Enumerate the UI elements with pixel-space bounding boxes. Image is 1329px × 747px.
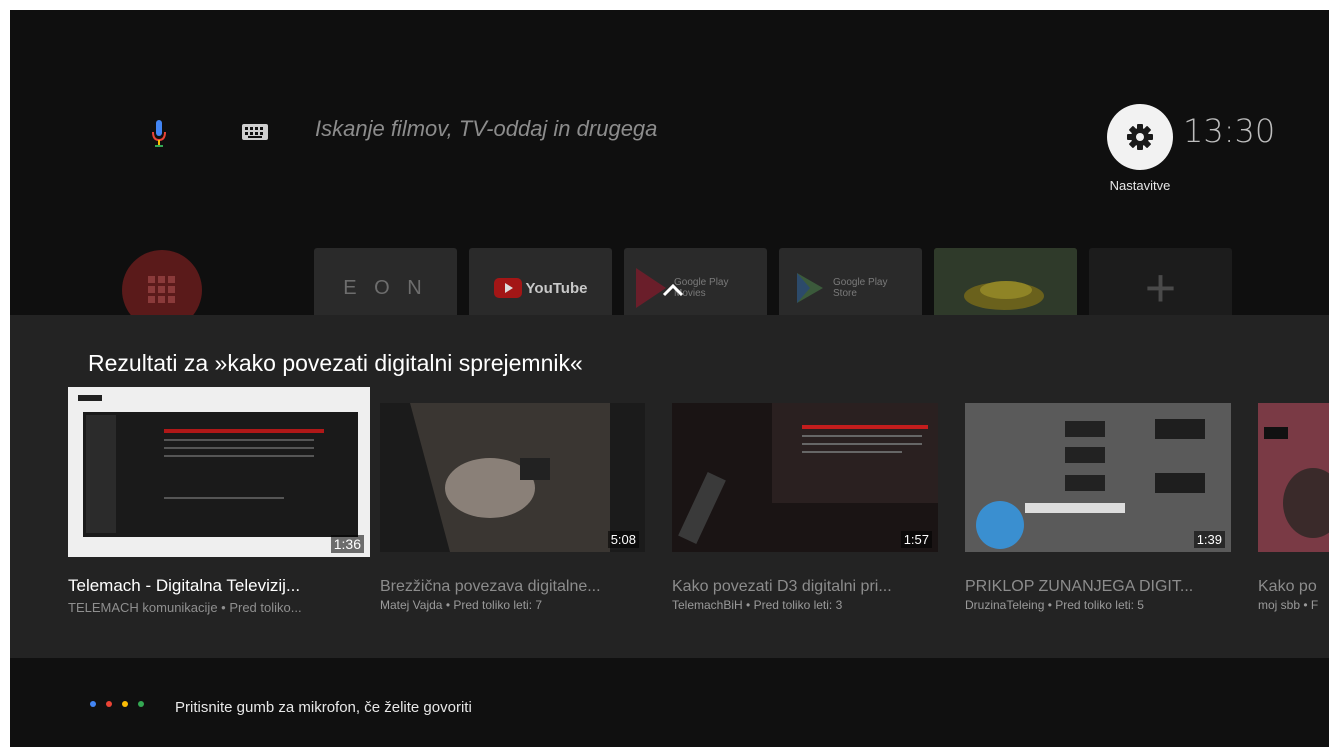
video-thumbnail[interactable]: 1:57 xyxy=(672,403,938,552)
video-duration: 5:08 xyxy=(607,531,639,548)
video-duration: 1:36 xyxy=(330,535,364,553)
video-title[interactable]: Kako po xyxy=(1258,578,1317,596)
mic-icon[interactable] xyxy=(150,118,168,152)
video-thumbnail[interactable]: 1:36 xyxy=(68,387,370,557)
video-duration: 1:39 xyxy=(1193,531,1225,548)
video-title[interactable]: PRIKLOP ZUNANJEGA DIGIT... xyxy=(965,578,1193,596)
video-title[interactable]: Telemach - Digitalna Televizij... xyxy=(68,576,300,596)
chevron-up-icon[interactable] xyxy=(659,281,687,299)
video-meta: TelemachBiH • Pred toliko leti: 3 xyxy=(672,598,843,612)
voice-hint-text: Pritisnite gumb za mikrofon, če želite g… xyxy=(175,699,472,716)
plus-icon: + xyxy=(1144,258,1177,318)
video-meta: Matej Vajda • Pred toliko leti: 7 xyxy=(380,598,543,612)
keyboard-icon[interactable] xyxy=(242,124,268,140)
video-thumbnail-image xyxy=(68,387,370,557)
video-thumbnail[interactable]: 5:08 xyxy=(380,403,645,552)
app-tile-label: E O N xyxy=(343,276,428,299)
video-thumbnail[interactable]: 1:39 xyxy=(965,403,1231,552)
gear-icon xyxy=(1127,124,1153,150)
results-title: Rezultati za »kako povezati digitalni sp… xyxy=(88,350,583,376)
video-duration: 1:57 xyxy=(900,531,932,548)
video-thumbnail-image xyxy=(380,403,645,552)
video-thumbnail-image xyxy=(965,403,1231,552)
youtube-logo-icon xyxy=(493,278,522,298)
settings-label: Nastavitve xyxy=(1109,178,1171,193)
video-thumbnail-image xyxy=(672,403,938,552)
video-meta: TELEMACH komunikacije • Pred toliko... xyxy=(68,600,302,615)
clock: 13:30 xyxy=(1183,112,1276,150)
app-tile-label: Google Play Store xyxy=(833,277,888,299)
video-title[interactable]: Kako povezati D3 digitalni pri... xyxy=(672,578,892,596)
search-input[interactable]: Iskanje filmov, TV-oddaj in drugega xyxy=(315,116,657,142)
video-meta: DruzinaTeleing • Pred toliko leti: 5 xyxy=(965,598,1144,612)
play-store-icon xyxy=(797,273,823,303)
google-assistant-dots-icon xyxy=(90,701,144,707)
video-thumbnail[interactable] xyxy=(1258,403,1329,552)
apps-grid-icon xyxy=(148,276,175,303)
video-thumbnail-image xyxy=(1258,403,1329,552)
app-tile-label: YouTube xyxy=(525,279,588,297)
settings-button[interactable] xyxy=(1107,104,1173,170)
video-meta: moj sbb • F xyxy=(1258,598,1319,612)
tv-home-screen: Iskanje filmov, TV-oddaj in drugega Nast… xyxy=(10,10,1329,747)
video-title[interactable]: Brezžična povezava digitalne... xyxy=(380,578,601,596)
